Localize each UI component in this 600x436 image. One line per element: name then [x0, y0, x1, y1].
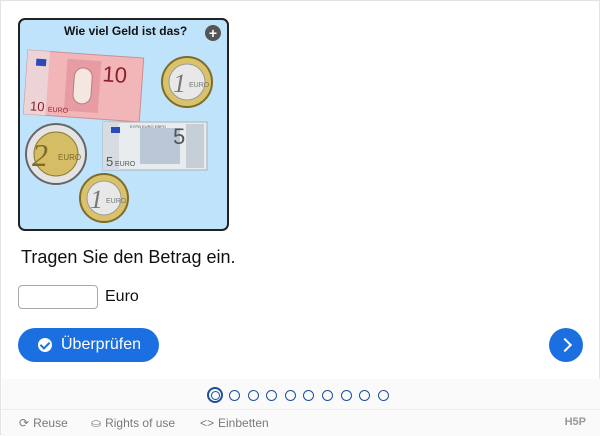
h5p-logo[interactable]: H5P — [565, 416, 586, 428]
ten-note-label: EURO — [48, 107, 69, 115]
five-euro-note: ΕΥΡΩ EURO ЕВРО 5 5 EURO — [102, 121, 208, 171]
progress-dot[interactable] — [284, 389, 296, 401]
five-note-top-text: ΕΥΡΩ EURO ЕВРО — [130, 124, 166, 129]
code-icon: <> — [200, 416, 215, 430]
progress-dots-bar — [2, 379, 600, 409]
embed-link[interactable]: <> Einbetten — [200, 416, 269, 430]
check-button-label: Überprüfen — [61, 336, 142, 353]
handshake-icon: ⛀ — [91, 416, 102, 430]
h5p-content-frame: Wie viel Geld ist das? + 10 10 EURO 1 EU… — [0, 0, 600, 436]
progress-dot[interactable] — [359, 389, 371, 401]
two-coin-value: 2 — [32, 137, 48, 173]
currency-unit-label: Euro — [105, 288, 139, 305]
progress-dot[interactable] — [340, 389, 352, 401]
check-circle-icon — [38, 338, 52, 352]
amount-input[interactable] — [18, 285, 98, 309]
progress-dot[interactable] — [266, 389, 278, 401]
money-illustration: 10 10 EURO 1 EURO 2 EURO ΕΥΡΩ EURO ЕВРО … — [23, 49, 213, 223]
progress-dot[interactable] — [247, 389, 259, 401]
progress-dot[interactable] — [377, 389, 389, 401]
question-image-card: Wie viel Geld ist das? + 10 10 EURO 1 EU… — [18, 18, 229, 231]
progress-dot[interactable] — [303, 389, 315, 401]
ten-note-value: 10 — [102, 61, 128, 88]
embed-label: Einbetten — [218, 416, 269, 430]
two-euro-coin: 2 EURO — [25, 123, 87, 185]
reuse-label: Reuse — [33, 416, 68, 430]
rights-of-use-label: Rights of use — [105, 416, 176, 430]
task-prompt: Tragen Sie den Betrag ein. — [21, 247, 236, 267]
one-coin-bottom-value: 1 — [90, 185, 103, 214]
one-coin-bottom-label: EURO — [106, 198, 127, 205]
one-euro-coin-bottom: 1 EURO — [79, 173, 129, 223]
one-coin-top-label: EURO — [189, 82, 210, 89]
progress-dot[interactable] — [321, 389, 333, 401]
rights-of-use-link[interactable]: ⛀ Rights of use — [91, 416, 175, 430]
one-euro-coin-top: 1 EURO — [161, 56, 213, 108]
ten-euro-note: 10 10 EURO — [23, 49, 145, 123]
two-coin-label: EURO — [58, 153, 81, 162]
progress-dot-current[interactable] — [207, 387, 223, 403]
next-button[interactable] — [549, 328, 583, 362]
five-note-value: 5 — [173, 124, 185, 149]
check-button[interactable]: Überprüfen — [18, 328, 159, 362]
reuse-icon: ⟳ — [19, 416, 30, 430]
ten-note-corner-value: 10 — [30, 98, 45, 114]
one-coin-top-value: 1 — [173, 69, 186, 98]
h5p-footer: ⟳ Reuse ⛀ Rights of use <> Einbetten H5P — [2, 409, 600, 436]
reuse-link[interactable]: ⟳ Reuse — [19, 416, 68, 430]
progress-dots — [207, 387, 396, 403]
five-note-corner-value: 5 — [106, 154, 113, 169]
five-note-label: EURO — [115, 161, 136, 168]
progress-dot[interactable] — [229, 389, 240, 401]
